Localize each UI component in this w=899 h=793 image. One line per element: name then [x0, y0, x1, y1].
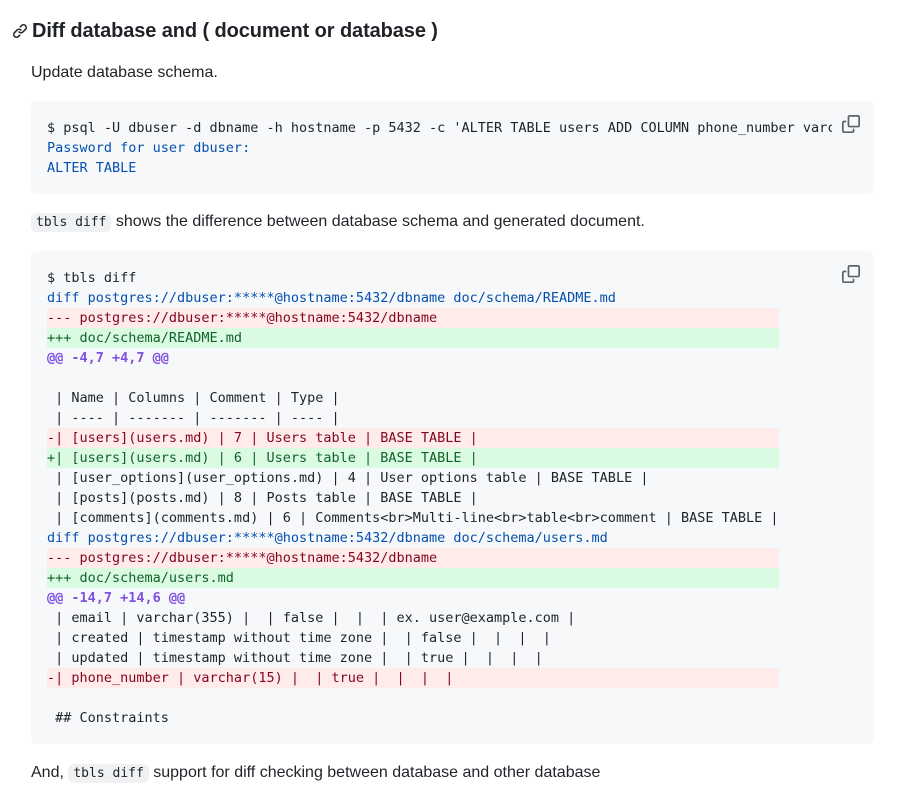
code-line-meta: diff postgres://dbuser:*****@hostname:54… — [47, 290, 616, 306]
code-line-plain: | Name | Columns | Comment | Type | — [47, 390, 340, 406]
copy-icon[interactable] — [842, 265, 860, 283]
code-line-plain — [47, 368, 779, 388]
code-line: $ psql -U dbuser -d dbname -h hostname -… — [47, 120, 832, 136]
link-icon[interactable] — [12, 23, 28, 39]
code-line-plain: | [user_options](user_options.md) | 4 | … — [47, 470, 649, 486]
code-line-added: +| [users](users.md) | 6 | Users table |… — [47, 448, 779, 468]
code-content: $ psql -U dbuser -d dbname -h hostname -… — [47, 118, 832, 178]
code-line-plain: | [posts](posts.md) | 8 | Posts table | … — [47, 490, 478, 506]
inline-code: tbls diff — [68, 764, 149, 783]
code-line-removed: -| [users](users.md) | 7 | Users table |… — [47, 428, 779, 448]
code-line: Password for user dbuser: — [47, 140, 251, 156]
code-line-meta: diff postgres://dbuser:*****@hostname:54… — [47, 530, 608, 546]
code-line-hunk: @@ -14,7 +14,6 @@ — [47, 590, 186, 606]
code-line-removed: -| phone_number | varchar(15) | | true |… — [47, 668, 779, 688]
paragraph-text: support for diff checking between databa… — [148, 764, 601, 781]
code-line-hunk: @@ -4,7 +4,7 @@ — [47, 350, 169, 366]
section-heading: Diff database and ( document or database… — [12, 17, 438, 45]
code-line-plain — [47, 688, 779, 708]
inline-code: tbls diff — [31, 213, 112, 232]
paragraph-diff-support: And, tbls diff support for diff checking… — [31, 761, 600, 786]
code-line-plain: | updated | timestamp without time zone … — [47, 650, 543, 666]
code-line-plain: | ---- | ------- | ------- | ---- | — [47, 410, 340, 426]
code-block-tbls-diff: $ tbls diff diff postgres://dbuser:*****@… — [31, 251, 874, 744]
code-line-plain: | created | timestamp without time zone … — [47, 630, 551, 646]
code-line-removed: --- postgres://dbuser:*****@hostname:543… — [47, 548, 779, 568]
code-line-plain: | [comments](comments.md) | 6 | Comments… — [47, 510, 779, 526]
paragraph-prefix: And, — [31, 764, 69, 781]
code-line-removed: --- postgres://dbuser:*****@hostname:543… — [47, 308, 779, 328]
code-block-psql: $ psql -U dbuser -d dbname -h hostname -… — [31, 101, 874, 194]
code-line-added: +++ doc/schema/README.md — [47, 328, 779, 348]
section-title: Diff database and ( document or database… — [32, 20, 438, 42]
paragraph-text: shows the difference between database sc… — [111, 213, 645, 230]
code-content: $ tbls diff diff postgres://dbuser:*****@… — [47, 268, 779, 728]
code-line-added: +++ doc/schema/users.md — [47, 568, 779, 588]
paragraph-tbls-diff: tbls diff shows the difference between d… — [31, 210, 645, 235]
copy-icon[interactable] — [842, 115, 860, 133]
code-line-plain: $ tbls diff — [47, 270, 137, 286]
code-line: ALTER TABLE — [47, 160, 137, 176]
paragraph-update-schema: Update database schema. — [31, 64, 218, 81]
code-line-plain: ## Constraints — [47, 710, 169, 726]
code-line-plain: | email | varchar(355) | | false | | | e… — [47, 610, 576, 626]
